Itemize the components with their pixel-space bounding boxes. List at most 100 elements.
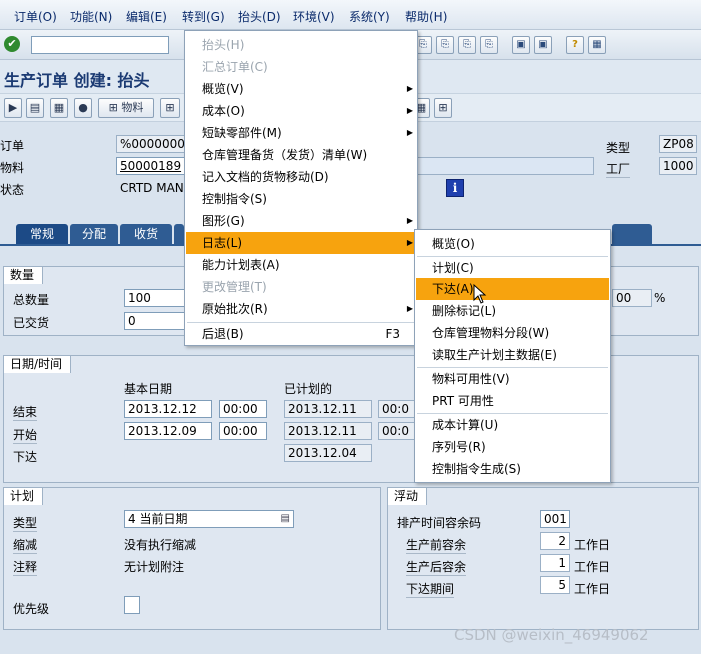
- help-icon[interactable]: ?: [566, 36, 584, 54]
- delivered-label: 已交货: [13, 316, 50, 330]
- menu-header[interactable]: 抬头(D): [238, 8, 281, 25]
- hierarchy-icon[interactable]: ⊞: [434, 98, 452, 118]
- menu-item-change-management: 更改管理(T): [202, 280, 267, 294]
- note-value: 无计划附注: [124, 560, 185, 574]
- status-label: 状态: [0, 183, 25, 197]
- first-page-icon[interactable]: ⎘: [436, 36, 454, 54]
- release-label: 下达: [13, 450, 38, 464]
- cost-icon[interactable]: ●: [74, 98, 92, 118]
- material-field[interactable]: 50000189: [116, 157, 186, 175]
- goto-menu: 抬头(H) 汇总订单(C) 概览(V) ▶ 成本(O) ▶ 短缺零部件(M) ▶ 仓库…: [184, 30, 418, 346]
- log-item-costing[interactable]: 成本计算(U): [416, 414, 609, 436]
- log-item-scheduling[interactable]: 计划(C): [416, 257, 609, 279]
- status-field: CRTD MANC: [120, 181, 186, 195]
- menu-item-missing-parts[interactable]: 短缺零部件(M) ▶: [186, 122, 416, 144]
- scheduling-type-field[interactable]: 4 当前日期 ▤: [124, 510, 294, 528]
- menu-item-costs[interactable]: 成本(O) ▶: [186, 100, 416, 122]
- priority-label: 优先级: [13, 602, 50, 616]
- planning-group: 计划 类型 4 当前日期 ▤ 缩减 没有执行缩减 注释 无计划附注 优先级: [3, 487, 381, 630]
- menu-help[interactable]: 帮助(H): [405, 8, 447, 25]
- log-submenu: 概览(O) 计划(C) 下达(A) 删除标记(L) 仓库管理物料分段(W) 读取…: [414, 229, 611, 483]
- scheduled-end-time-field: 00:0: [378, 400, 418, 418]
- basic-start-time-field[interactable]: 00:00: [219, 422, 267, 440]
- menu-function[interactable]: 功能(N): [70, 8, 112, 25]
- tab-more[interactable]: [174, 224, 184, 244]
- menu-item-goods-movements[interactable]: 记入文档的货物移动(D): [186, 166, 416, 188]
- next-page-icon[interactable]: ⎘: [480, 36, 498, 54]
- release-period-field: 5: [540, 576, 570, 594]
- log-item-release[interactable]: 下达(A): [416, 278, 609, 300]
- basic-end-time-field[interactable]: 00:00: [219, 400, 267, 418]
- scheduling-margin-field[interactable]: 001: [540, 510, 570, 528]
- tab-more-right[interactable]: [612, 224, 652, 244]
- float-after-unit: 工作日: [574, 560, 611, 574]
- log-item-read-pp-master-data[interactable]: 读取生产计划主数据(E): [416, 344, 609, 366]
- menu-environment[interactable]: 环境(V): [293, 8, 335, 25]
- object-icon[interactable]: ▶: [4, 98, 22, 118]
- plant-label: 工厂: [606, 162, 631, 178]
- order-label: 订单: [0, 139, 25, 153]
- menu-system[interactable]: 系统(Y): [349, 8, 390, 25]
- float-before-field: 2: [540, 532, 570, 550]
- dates-group-title: 日期/时间: [3, 355, 72, 373]
- menu-edit[interactable]: 编辑(E): [126, 8, 167, 25]
- start-label: 开始: [13, 428, 38, 444]
- material-description-field: [410, 157, 594, 175]
- sequence-icon[interactable]: ⊞: [160, 98, 180, 118]
- menu-item-original-batch[interactable]: 原始批次(R) ▶: [186, 298, 416, 320]
- scheduling-type-label: 类型: [13, 516, 38, 532]
- shortcut-icon[interactable]: ▣: [534, 36, 552, 54]
- watermark: CSDN @weixin_46949062: [454, 626, 649, 644]
- tab-goods-receipt[interactable]: 收货: [120, 224, 172, 244]
- log-item-serial-numbers[interactable]: 序列号(R): [416, 436, 609, 458]
- reduction-value: 没有执行缩减: [124, 538, 197, 552]
- new-session-icon[interactable]: ▣: [512, 36, 530, 54]
- log-item-prt-availability[interactable]: PRT 可用性: [416, 390, 609, 412]
- menu-order[interactable]: 订单(O): [14, 8, 57, 25]
- type-field: ZP08: [659, 135, 697, 153]
- menu-item-wm-picklist[interactable]: 仓库管理备货（发货）清单(W): [186, 144, 416, 166]
- log-item-deletion-flag[interactable]: 删除标记(L): [416, 300, 609, 322]
- layout-icon[interactable]: ▦: [588, 36, 606, 54]
- reduction-label: 缩减: [13, 538, 38, 554]
- order-field: %0000000: [116, 135, 186, 153]
- scheduled-release-date-field: 2013.12.04: [284, 444, 372, 462]
- component-icon[interactable]: ▤: [26, 98, 44, 118]
- info-icon[interactable]: i: [446, 179, 464, 197]
- menu-item-capacity-planning[interactable]: 能力计划表(A): [186, 254, 416, 276]
- basic-date-column-header: 基本日期: [124, 382, 173, 396]
- menu-item-logs[interactable]: 日志(L) ▶: [186, 232, 416, 254]
- material-label: 物料: [0, 161, 25, 175]
- dropdown-icon[interactable]: ▤: [281, 511, 290, 527]
- prev-page-icon[interactable]: ⎘: [458, 36, 476, 54]
- release-period-unit: 工作日: [574, 582, 611, 596]
- priority-field[interactable]: [124, 596, 140, 614]
- basic-start-date-field[interactable]: 2013.12.09: [124, 422, 212, 440]
- tab-assignment[interactable]: 分配: [70, 224, 118, 244]
- log-item-wm-staging[interactable]: 仓库管理物料分段(W): [416, 322, 609, 344]
- menu-bar: 订单(O) 功能(N) 编辑(E) 转到(G) 抬头(D) 环境(V) 系统(Y…: [0, 0, 701, 30]
- menu-item-control-instructions[interactable]: 控制指令(S): [186, 188, 416, 210]
- float-after-field: 1: [540, 554, 570, 572]
- note-label: 注释: [13, 560, 38, 576]
- planning-group-title: 计划: [3, 487, 44, 505]
- log-item-control-instruction-generation[interactable]: 控制指令生成(S): [416, 458, 609, 480]
- menu-item-graphic[interactable]: 图形(G) ▶: [186, 210, 416, 232]
- enter-check-icon[interactable]: ✔: [4, 36, 20, 52]
- scheduling-type-value: 4 当前日期: [128, 512, 188, 526]
- tab-general[interactable]: 常规: [16, 224, 68, 244]
- float-before-unit: 工作日: [574, 538, 611, 552]
- scheduled-start-date-field: 2013.12.11: [284, 422, 372, 440]
- menu-item-back[interactable]: 后退(B) F3: [186, 323, 416, 345]
- material-button[interactable]: ⊞ 物料: [98, 98, 154, 118]
- menu-goto[interactable]: 转到(G): [182, 8, 225, 25]
- basic-end-date-field[interactable]: 2013.12.12: [124, 400, 212, 418]
- menu-item-overview[interactable]: 概览(V) ▶: [186, 78, 416, 100]
- log-item-overview[interactable]: 概览(O): [416, 233, 609, 255]
- calculator-icon[interactable]: ▦: [50, 98, 68, 118]
- release-period-label: 下达期间: [406, 582, 455, 598]
- command-field[interactable]: [31, 36, 169, 54]
- total-quantity-field[interactable]: 100: [124, 289, 188, 307]
- percent-unit: %: [654, 291, 666, 305]
- log-item-material-availability[interactable]: 物料可用性(V): [416, 368, 609, 390]
